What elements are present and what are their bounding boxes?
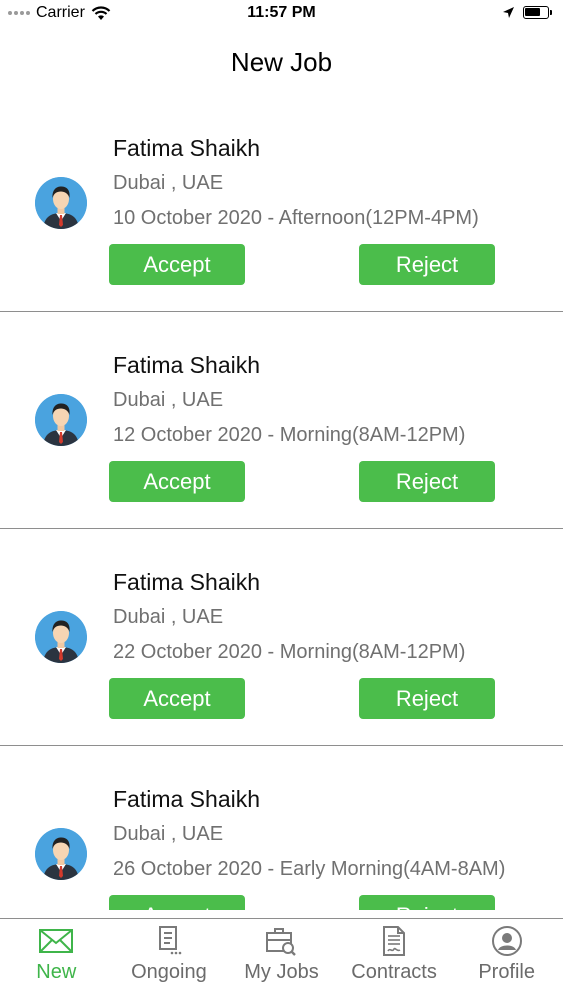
job-card: Fatima Shaikh Dubai , UAE 22 October 2020 … [0,529,563,746]
page-title: New Job [230,47,333,77]
list-document-icon [151,925,187,957]
job-schedule: 12 October 2020 - Morning(8AM-12PM) [113,424,466,446]
avatar [35,177,87,229]
contract-document-icon [376,925,412,957]
header: New Job [0,40,563,84]
accept-button[interactable]: Accept [109,461,245,502]
job-location: Dubai , UAE [113,389,224,411]
accept-button[interactable]: Accept [109,244,245,285]
job-list[interactable]: Fatima Shaikh Dubai , UAE 10 October 2020 … [0,95,563,910]
reject-button[interactable]: Reject [359,244,495,285]
client-name: Fatima Shaikh [113,135,261,161]
job-location: Dubai , UAE [113,172,224,194]
tab-profile[interactable]: Profile [450,919,563,1000]
tab-new[interactable]: New [0,919,113,1000]
tab-my-jobs[interactable]: My Jobs [225,919,338,1000]
job-schedule: 22 October 2020 - Morning(8AM-12PM) [113,641,466,663]
briefcase-search-icon [263,925,299,957]
status-bar-right [502,6,552,19]
accept-button[interactable]: Accept [109,678,245,719]
job-location: Dubai , UAE [113,823,224,845]
tab-label: New [36,961,77,983]
job-card: Fatima Shaikh Dubai , UAE 26 October 2020 … [0,746,563,910]
tab-label: Ongoing [131,961,207,983]
envelope-icon [38,925,74,957]
avatar [35,828,87,880]
job-schedule: 26 October 2020 - Early Morning(4AM-8AM) [113,858,506,880]
reject-button[interactable]: Reject [359,678,495,719]
location-arrow-icon [503,7,514,18]
accept-button[interactable]: Accept [109,895,245,910]
job-location: Dubai , UAE [113,606,224,628]
battery-fill [525,8,540,16]
avatar [35,611,87,663]
job-card: Fatima Shaikh Dubai , UAE 10 October 2020 … [0,95,563,312]
client-name: Fatima Shaikh [113,352,261,378]
status-bar: Carrier 11:57 PM [0,0,563,28]
reject-button[interactable]: Reject [359,461,495,502]
tab-ongoing[interactable]: Ongoing [113,919,226,1000]
battery-icon [523,6,552,19]
job-card: Fatima Shaikh Dubai , UAE 12 October 2020 … [0,312,563,529]
tab-bar: New Ongoing My Jobs Contracts Profile [0,918,563,1000]
client-name: Fatima Shaikh [113,569,261,595]
tab-contracts[interactable]: Contracts [338,919,451,1000]
tab-label: My Jobs [244,961,319,983]
tab-label: Profile [478,961,536,983]
tab-label: Contracts [351,961,437,983]
avatar [35,394,87,446]
reject-button[interactable]: Reject [359,895,495,910]
job-schedule: 10 October 2020 - Afternoon(12PM-4PM) [113,207,479,229]
status-time: 11:57 PM [247,4,316,21]
user-circle-icon [489,925,525,957]
client-name: Fatima Shaikh [113,786,261,812]
